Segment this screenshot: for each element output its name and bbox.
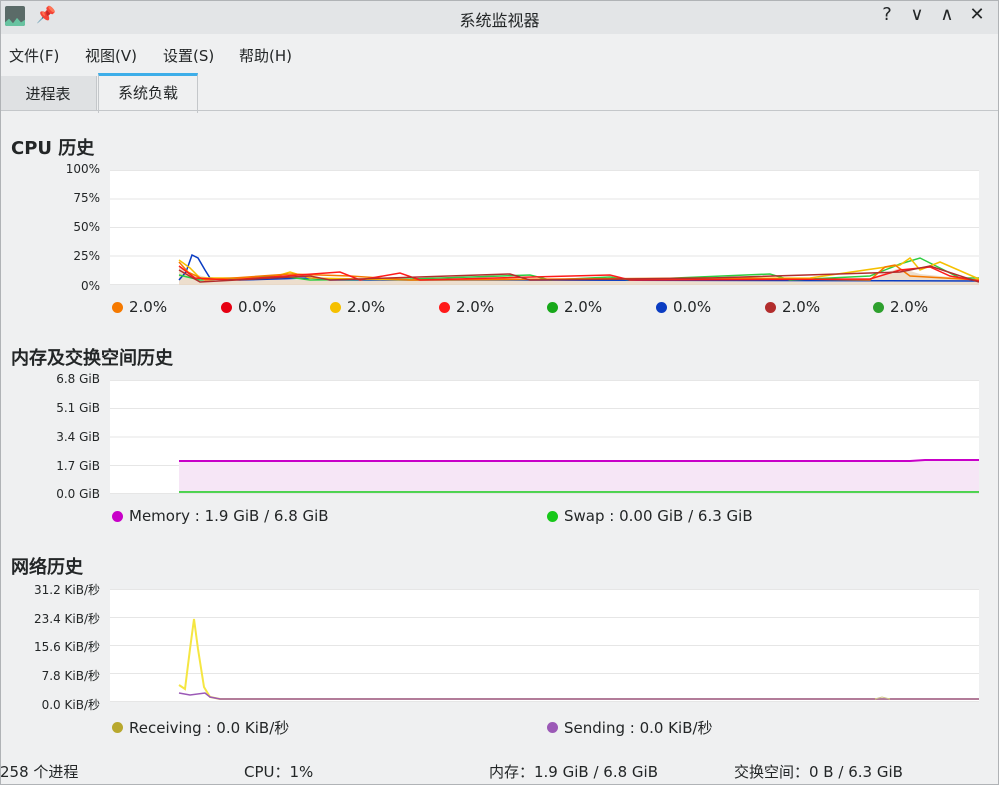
menu-help[interactable]: 帮助(H) <box>239 45 292 66</box>
color-swatch-icon <box>547 301 558 313</box>
memory-y-tick: 5.1 GiB <box>56 401 100 415</box>
cpu-legend-item: 2.0% <box>112 298 167 316</box>
maximize-button[interactable]: ∧ <box>936 4 958 25</box>
color-swatch-icon <box>112 510 123 522</box>
network-history-graph <box>110 589 979 702</box>
menu-file[interactable]: 文件(F) <box>9 45 59 66</box>
cpu-legend-item: 2.0% <box>439 298 494 316</box>
cpu-history-graph <box>110 170 980 285</box>
cpu-legend-item: 2.0% <box>547 298 602 316</box>
tab-divider <box>0 110 999 111</box>
cpu-history-title: CPU 历史 <box>11 138 95 159</box>
network-y-tick: 23.4 KiB/秒 <box>33 612 100 626</box>
menu-bar: 文件(F) 视图(V) 设置(S) 帮助(H) <box>0 38 999 70</box>
cpu-y-tick: 75% <box>73 191 100 205</box>
status-cpu: CPU：1% <box>244 763 314 781</box>
color-swatch-icon <box>547 510 558 522</box>
network-history-plot <box>110 589 979 702</box>
memory-history-plot <box>110 380 979 494</box>
cpu-y-tick: 50% <box>73 220 100 234</box>
menu-view[interactable]: 视图(V) <box>85 45 137 66</box>
color-swatch-icon <box>765 301 776 313</box>
cpu-legend-value: 2.0% <box>890 298 929 316</box>
memory-y-tick: 1.7 GiB <box>56 459 100 473</box>
cpu-legend-value: 0.0% <box>238 298 277 316</box>
help-button[interactable]: ? <box>876 4 898 25</box>
status-memory: 内存：1.9 GiB / 6.8 GiB <box>489 763 658 781</box>
title-bar: 📌 系统监视器 ? ∨ ∧ ✕ <box>0 0 999 34</box>
color-swatch-icon <box>439 301 450 313</box>
menu-settings[interactable]: 设置(S) <box>163 45 214 66</box>
network-history-title: 网络历史 <box>11 557 83 578</box>
network-y-tick: 7.8 KiB/秒 <box>41 669 100 683</box>
memory-history-graph <box>110 380 979 494</box>
window-title: 系统监视器 <box>459 11 540 30</box>
memory-y-tick: 0.0 GiB <box>56 487 100 501</box>
cpu-legend-item: 2.0% <box>873 298 928 316</box>
memory-legend-item: Memory : 1.9 GiB / 6.8 GiB <box>112 507 329 525</box>
cpu-legend-value: 2.0% <box>347 298 386 316</box>
color-swatch-icon <box>330 301 341 313</box>
cpu-legend-value: 0.0% <box>673 298 712 316</box>
color-swatch-icon <box>112 301 123 313</box>
color-swatch-icon <box>656 301 667 313</box>
cpu-y-tick: 100% <box>65 162 100 176</box>
cpu-history-plot <box>110 170 980 285</box>
cpu-legend-item: 2.0% <box>330 298 385 316</box>
tab-process-table[interactable]: 进程表 <box>0 76 97 110</box>
receiving-legend-label: Receiving : 0.0 KiB/秒 <box>129 719 290 737</box>
color-swatch-icon <box>221 301 232 313</box>
status-process-count: 258 个进程 <box>0 763 79 781</box>
cpu-legend-value: 2.0% <box>564 298 603 316</box>
color-swatch-icon <box>873 301 884 313</box>
cpu-legend-item: 0.0% <box>221 298 276 316</box>
tab-system-load[interactable]: 系统负载 <box>98 73 198 113</box>
color-swatch-icon <box>112 722 123 733</box>
memory-y-tick: 3.4 GiB <box>56 430 100 444</box>
minimize-button[interactable]: ∨ <box>906 4 928 25</box>
cpu-legend-value: 2.0% <box>782 298 821 316</box>
receiving-legend-item: Receiving : 0.0 KiB/秒 <box>112 717 289 738</box>
memory-history-title: 内存及交换空间历史 <box>11 348 173 369</box>
close-button[interactable]: ✕ <box>966 4 988 25</box>
swap-legend-label: Swap : 0.00 GiB / 6.3 GiB <box>564 507 753 525</box>
cpu-legend-item: 0.0% <box>656 298 711 316</box>
network-y-tick: 0.0 KiB/秒 <box>41 698 100 712</box>
cpu-y-tick: 25% <box>73 249 100 263</box>
network-y-tick: 31.2 KiB/秒 <box>33 583 100 597</box>
memory-legend-label: Memory : 1.9 GiB / 6.8 GiB <box>129 507 329 525</box>
sending-legend-label: Sending : 0.0 KiB/秒 <box>564 719 713 737</box>
network-y-tick: 15.6 KiB/秒 <box>33 640 100 654</box>
color-swatch-icon <box>547 722 558 733</box>
cpu-legend-value: 2.0% <box>129 298 168 316</box>
cpu-y-tick: 0% <box>80 279 100 293</box>
memory-y-tick: 6.8 GiB <box>56 372 100 386</box>
cpu-legend-item: 2.0% <box>765 298 820 316</box>
swap-legend-item: Swap : 0.00 GiB / 6.3 GiB <box>547 507 753 525</box>
status-swap: 交换空间：0 B / 6.3 GiB <box>734 763 903 781</box>
cpu-legend-value: 2.0% <box>456 298 495 316</box>
sending-legend-item: Sending : 0.0 KiB/秒 <box>547 717 713 738</box>
